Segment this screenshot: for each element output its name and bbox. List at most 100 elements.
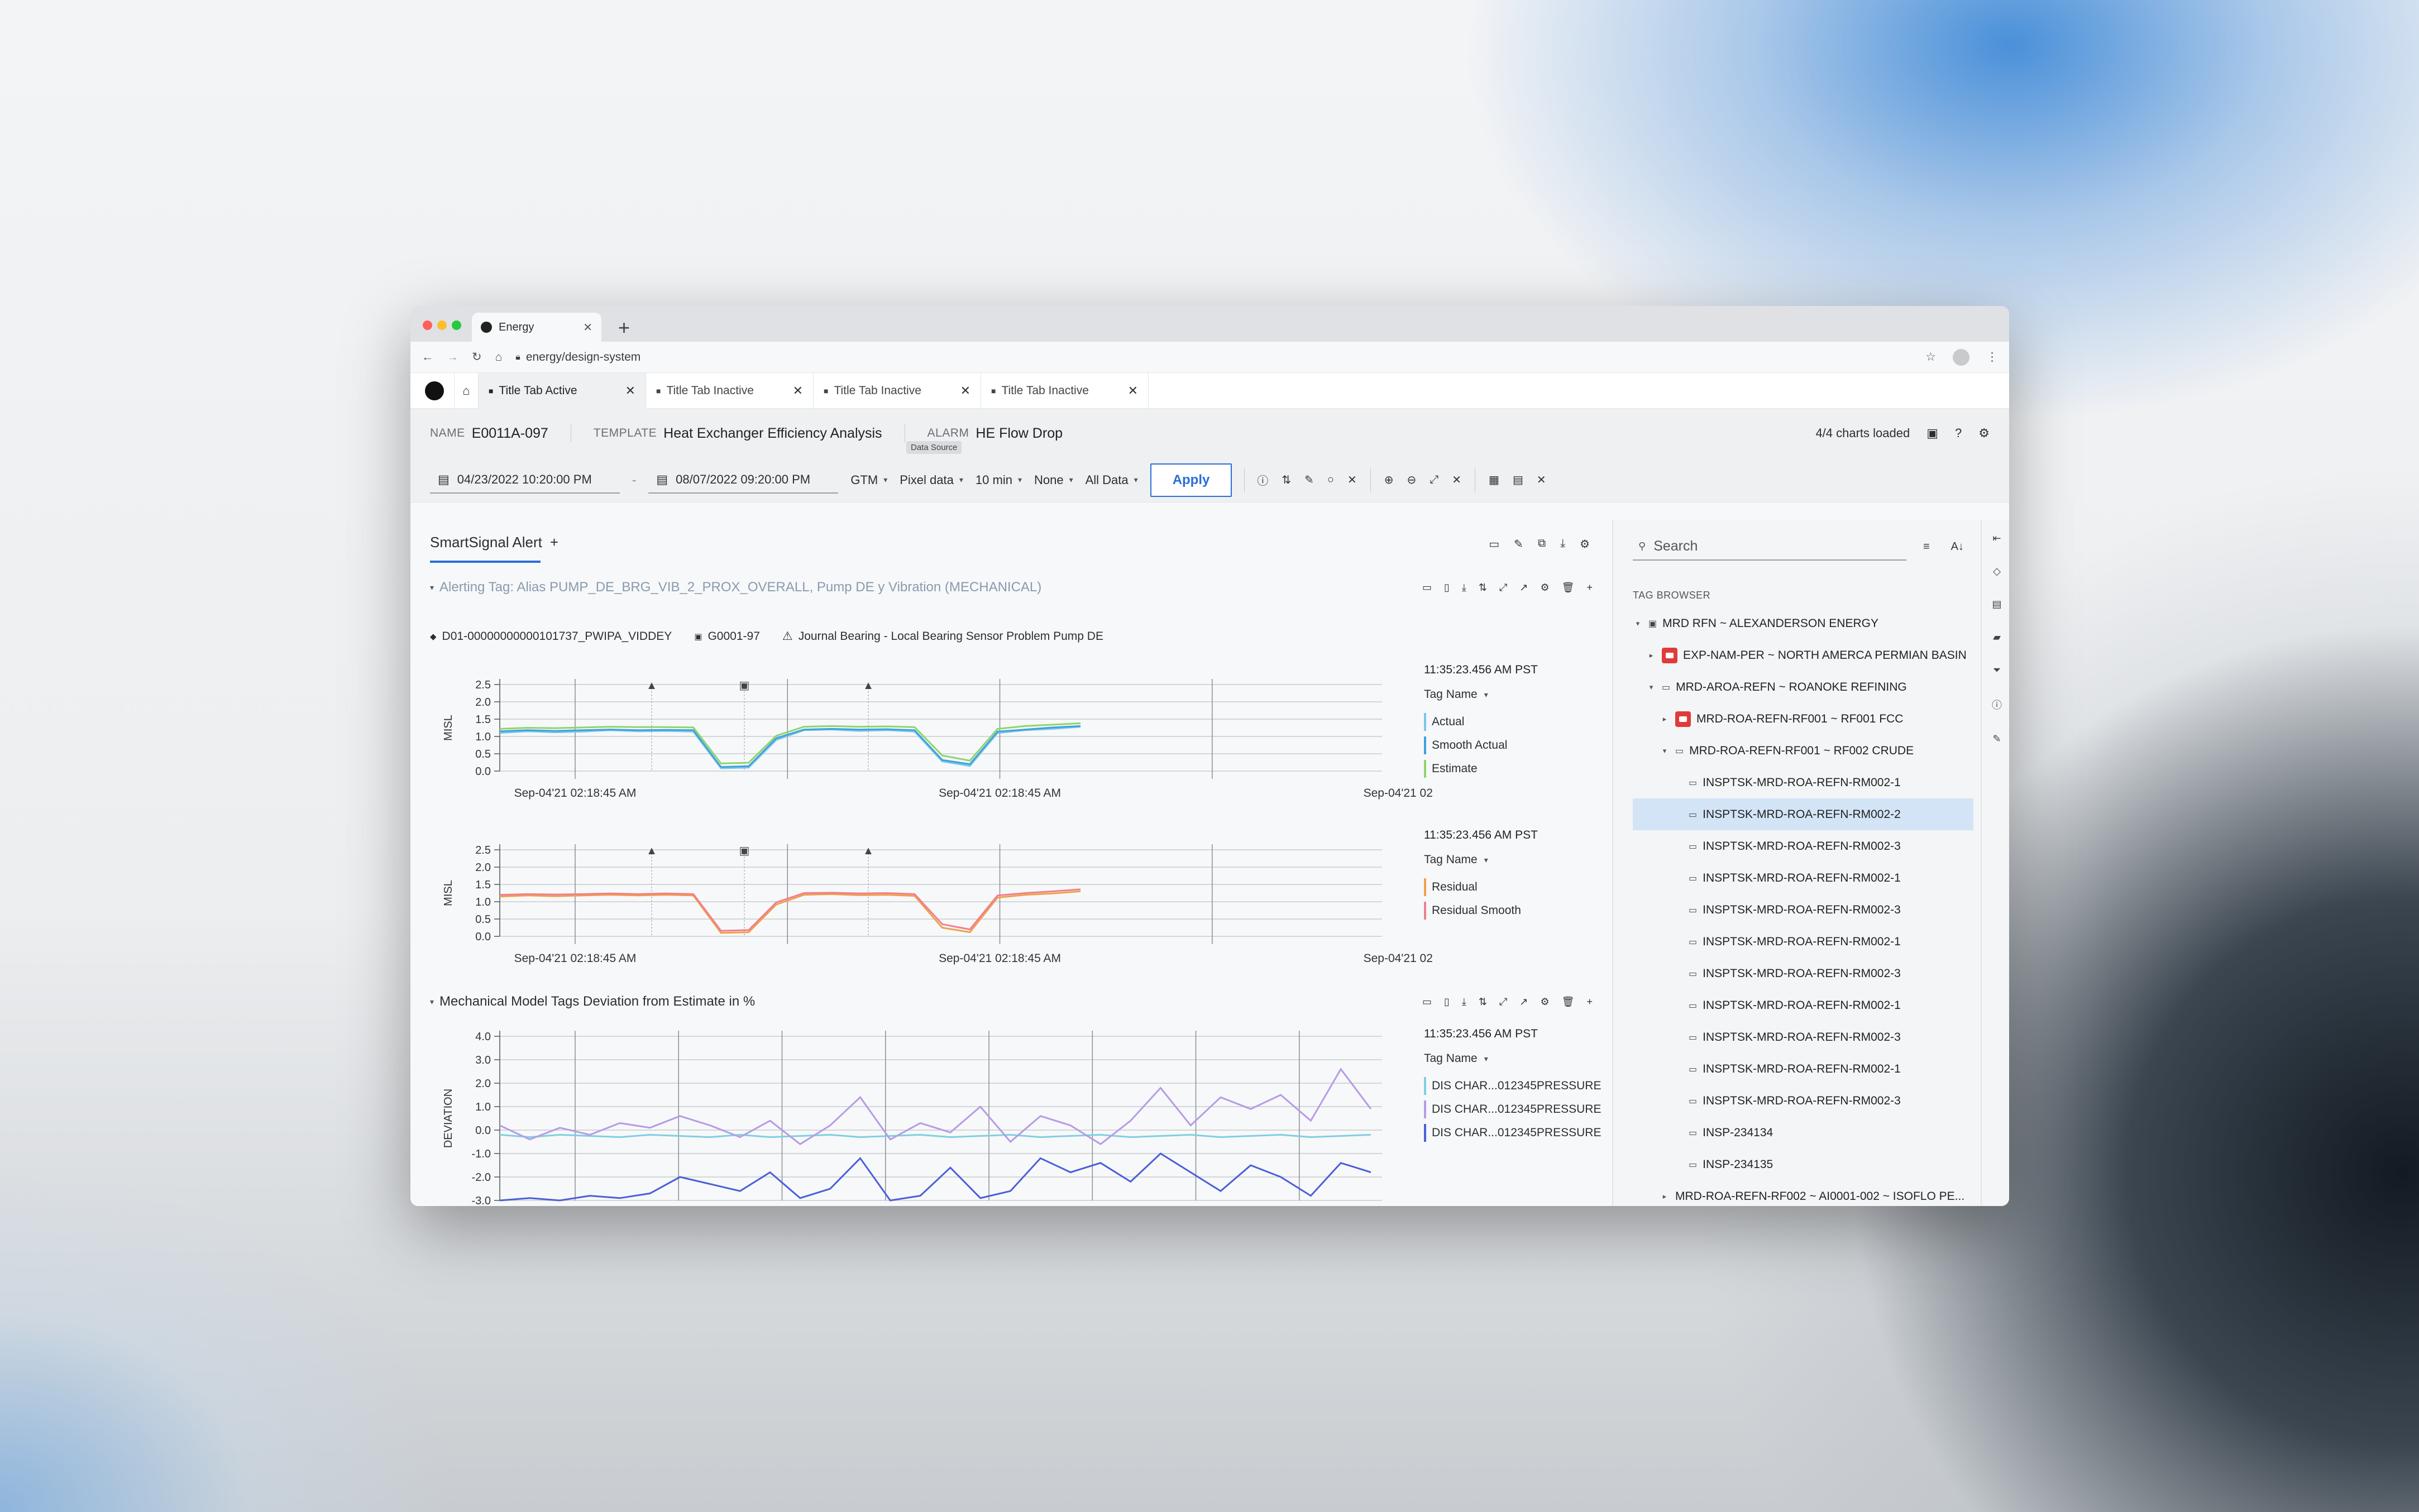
panel-title[interactable]: SmartSignal Alert	[430, 534, 542, 551]
clear-icon[interactable]: ✕	[1537, 473, 1546, 487]
start-date-field[interactable]: ▤ 04/23/2022 10:20:00 PM	[430, 467, 620, 494]
info-icon[interactable]: ⓘ	[1257, 472, 1268, 488]
fullscreen-icon[interactable]: ⤢	[1499, 996, 1507, 1008]
interval-dropdown[interactable]: 10 min ▾	[976, 473, 1022, 487]
timezone-dropdown[interactable]: GTM ▾	[850, 473, 887, 487]
profile-avatar[interactable]	[1953, 348, 1969, 366]
tree-item[interactable]: ▸ EXP-NAM-PER ~ NORTH AMERCA PERMIAN BASI…	[1633, 639, 1973, 671]
app-tab-2[interactable]: ■ Title Tab Inactive ✕	[814, 372, 981, 409]
calendar-icon[interactable]: ▤	[1513, 473, 1523, 487]
settings-gear-icon[interactable]: ⚙	[1580, 537, 1590, 551]
clear-icon[interactable]: ✕	[1347, 473, 1357, 487]
search-input[interactable]: ⚲ Search	[1633, 533, 1906, 561]
data-source-dropdown[interactable]: Pixel data ▾	[900, 473, 963, 487]
open-external-icon[interactable]: ↗	[1519, 582, 1528, 594]
reload-icon[interactable]: ↻	[472, 350, 482, 364]
open-external-icon[interactable]: ↗	[1519, 996, 1528, 1008]
tree-item[interactable]: ▭ INSPTSK-MRD-ROA-REFN-RM002-3	[1633, 1085, 1973, 1117]
tree-item[interactable]: ▭ INSP-234134	[1633, 1117, 1973, 1149]
delete-icon[interactable]: 🗑︎	[1562, 582, 1575, 594]
close-icon[interactable]: ✕	[793, 384, 803, 398]
chevron-right-icon[interactable]: ▸	[1660, 715, 1670, 724]
home-icon[interactable]: ⌂	[495, 351, 503, 364]
legend-icon[interactable]: ▭	[1422, 582, 1432, 594]
alert-section-title[interactable]: ▾ Alerting Tag: Alias PUMP_DE_BRG_VIB_2_…	[430, 580, 1041, 595]
document-icon[interactable]: ▯	[1444, 996, 1450, 1008]
tree-item[interactable]: ▭ INSPTSK-MRD-ROA-REFN-RM002-1	[1633, 862, 1973, 894]
chart-residual[interactable]: MISL 2.5 2.0 1.5 1.0 0.5 0.0 Sep-04'21 02:18:45…	[433, 826, 1432, 966]
tree-item[interactable]: ▭ INSPTSK-MRD-ROA-REFN-RM002-3	[1633, 958, 1973, 989]
end-date-field[interactable]: ▤ 08/07/2022 09:20:00 PM	[648, 467, 839, 494]
browser-tab[interactable]: Energy ✕	[472, 313, 601, 342]
zoom-in-icon[interactable]: ⊕	[1384, 473, 1394, 487]
app-tab-0[interactable]: ■ Title Tab Active ✕	[479, 372, 646, 409]
tree-item[interactable]: ▭ INSPTSK-MRD-ROA-REFN-RM002-3	[1633, 894, 1973, 926]
tag-name-dropdown[interactable]: Tag Name ▾	[1424, 853, 1538, 867]
tree-item[interactable]: ▭ INSPTSK-MRD-ROA-REFN-RM002-1	[1633, 926, 1973, 958]
settings-gear-icon[interactable]: ⚙	[1540, 996, 1549, 1008]
close-window-button[interactable]	[423, 320, 432, 330]
add-icon[interactable]: +	[1586, 996, 1593, 1008]
chevron-right-icon[interactable]: ▸	[1646, 651, 1656, 660]
tree-item[interactable]: ▭ INSPTSK-MRD-ROA-REFN-RM002-2	[1633, 798, 1973, 830]
clear-icon[interactable]: ✕	[1452, 473, 1461, 487]
chevron-right-icon[interactable]: ▸	[1660, 1192, 1670, 1201]
edit-icon[interactable]: ✎	[1514, 537, 1523, 551]
brush-icon[interactable]: ✎	[1992, 733, 2001, 745]
brush-icon[interactable]: ✎	[1304, 473, 1314, 487]
tree-item[interactable]: ▾ ▭ MRD-ROA-REFN-RF001 ~ RF002 CRUDE	[1633, 735, 1973, 767]
tree-item[interactable]: ▸ MRD-ROA-REFN-RF002 ~ AI0001-002 ~ ISOFL…	[1633, 1180, 1973, 1206]
minimize-window-button[interactable]	[437, 320, 447, 330]
back-icon[interactable]: ←	[422, 351, 433, 364]
download-icon[interactable]: ⤓	[1560, 537, 1565, 551]
sort-alpha-icon[interactable]: A↓	[1951, 540, 1964, 553]
download-icon[interactable]: ⤓	[1462, 996, 1466, 1008]
close-icon[interactable]: ✕	[960, 384, 971, 398]
settings-gear-icon[interactable]: ⚙	[1540, 582, 1549, 594]
close-icon[interactable]: ✕	[625, 384, 635, 398]
legend-item[interactable]: DIS CHAR...012345PRESSURE	[1424, 1121, 1601, 1145]
sort-icon[interactable]: ⇅	[1479, 582, 1487, 594]
settings-gear-icon[interactable]: ⚙	[1978, 426, 1990, 441]
close-tab-icon[interactable]: ✕	[583, 320, 592, 334]
apply-button[interactable]: Apply	[1150, 463, 1232, 497]
reset-icon[interactable]: ○	[1327, 473, 1334, 486]
add-panel-button[interactable]: +	[550, 534, 558, 551]
calendar-icon[interactable]: ▤	[1992, 599, 2001, 610]
add-icon[interactable]: +	[1586, 582, 1593, 594]
sort-icon[interactable]: ⇅	[1479, 996, 1487, 1008]
app-tab-3[interactable]: ■ Title Tab Inactive ✕	[981, 372, 1149, 409]
help-icon[interactable]: ?	[1955, 426, 1962, 441]
chevron-down-icon[interactable]: ▾	[1660, 747, 1670, 755]
legend-icon[interactable]: ▭	[1422, 996, 1432, 1008]
tree-item[interactable]: ▭ INSPTSK-MRD-ROA-REFN-RM002-3	[1633, 1021, 1973, 1053]
bookmark-star-icon[interactable]: ☆	[1925, 350, 1936, 364]
info-icon[interactable]: ⓘ	[1992, 697, 2002, 712]
legend-item[interactable]: Estimate	[1424, 757, 1538, 781]
copy-icon[interactable]: ⧉	[1538, 537, 1546, 551]
sort-lines-icon[interactable]: ≡	[1923, 540, 1930, 553]
legend-item[interactable]: DIS CHAR...012345PRESSURE	[1424, 1074, 1601, 1098]
new-tab-button[interactable]: +	[618, 316, 630, 339]
legend-icon[interactable]: ▭	[1489, 537, 1499, 551]
sort-icon[interactable]: ⇅	[1282, 473, 1291, 487]
maximize-window-button[interactable]	[452, 320, 461, 330]
aggregation-dropdown[interactable]: None ▾	[1034, 473, 1073, 487]
tree-item[interactable]: ▭ INSPTSK-MRD-ROA-REFN-RM002-1	[1633, 989, 1973, 1021]
legend-item[interactable]: Smooth Actual	[1424, 734, 1538, 757]
delete-icon[interactable]: 🗑︎	[1562, 996, 1575, 1008]
collapse-panel-icon[interactable]: ⇤	[1992, 533, 2001, 544]
tree-item[interactable]: ▭ INSP-234135	[1633, 1149, 1973, 1180]
zoom-out-icon[interactable]: ⊖	[1407, 473, 1417, 487]
tree-item[interactable]: ▸ MRD-ROA-REFN-RF001 ~ RF001 FCC	[1633, 703, 1973, 735]
tag-name-dropdown[interactable]: Tag Name ▾	[1424, 688, 1538, 701]
legend-item[interactable]: Actual	[1424, 710, 1538, 734]
fullscreen-icon[interactable]: ⤢	[1499, 582, 1507, 594]
filter-dropdown[interactable]: All Data ▾	[1086, 473, 1138, 487]
tree-item[interactable]: ▭ INSPTSK-MRD-ROA-REFN-RM002-1	[1633, 767, 1973, 798]
legend-item[interactable]: Residual	[1424, 875, 1538, 899]
grid-icon[interactable]: ▦	[1489, 473, 1499, 487]
tree-item[interactable]: ▾ ▣ MRD RFN ~ ALEXANDERSON ENERGY	[1633, 607, 1973, 639]
document-icon[interactable]: ▯	[1444, 582, 1450, 594]
deviation-section-title[interactable]: ▾ Mechanical Model Tags Deviation from E…	[430, 994, 755, 1009]
